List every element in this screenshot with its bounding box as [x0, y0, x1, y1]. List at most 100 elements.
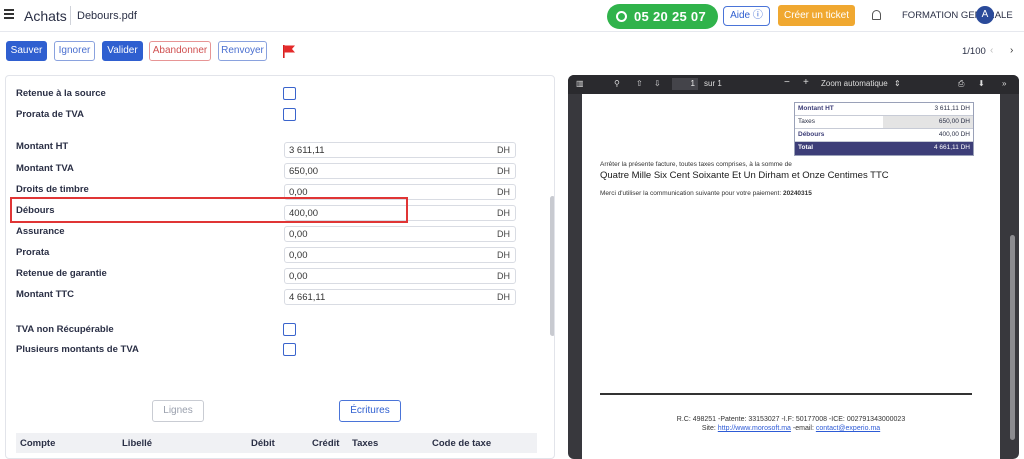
- montant-ht-label: Montant HT: [16, 141, 69, 152]
- validate-button[interactable]: Valider: [102, 41, 143, 61]
- next-page-button[interactable]: ›: [1010, 45, 1013, 56]
- more-tools-icon[interactable]: »: [1002, 79, 1006, 88]
- totals-row: Total 4 661,11 DH: [795, 142, 973, 155]
- prorata-label: Prorata: [16, 247, 50, 258]
- assurance-value: 0,00: [289, 229, 308, 240]
- montant-ht-field[interactable]: 3 611,11 DH: [284, 142, 516, 158]
- prev-page-button[interactable]: ‹: [990, 45, 993, 56]
- totals-row: Montant HT 3 611,11 DH: [795, 103, 973, 116]
- column-header: Compte: [20, 438, 56, 449]
- retenue-garantie-field[interactable]: 0,00 DH: [284, 268, 516, 284]
- download-icon[interactable]: ⬇: [978, 79, 985, 88]
- currency-unit: DH: [497, 166, 510, 176]
- tva-non-recuperable-checkbox[interactable]: [283, 323, 296, 336]
- footer-legal: R.C: 498251 -Patente: 33153027 -I.F: 501…: [676, 416, 906, 423]
- currency-unit: DH: [497, 208, 510, 218]
- top-bar: Achats Debours.pdf 05 20 25 07 07 Aide ⓘ…: [0, 0, 1024, 49]
- totals-row: Débours 400,00 DH: [795, 129, 973, 142]
- droits-timbre-label: Droits de timbre: [16, 184, 89, 195]
- tab-lignes[interactable]: Lignes: [152, 400, 204, 422]
- menu-icon[interactable]: [4, 9, 14, 19]
- retenue-garantie-value: 0,00: [289, 271, 308, 282]
- totals-table: Montant HT 3 611,11 DH Taxes 650,00 DH Déb…: [794, 102, 974, 156]
- form-panel: Retenue à la source Prorata de TVA Monta…: [5, 75, 555, 459]
- currency-unit: DH: [497, 292, 510, 302]
- flag-icon[interactable]: [282, 45, 296, 58]
- payment-reference: 20240315: [782, 190, 812, 197]
- prorata-value: 0,00: [289, 250, 308, 261]
- tab-ecritures[interactable]: Écritures: [339, 400, 401, 422]
- totals-label: Taxes: [798, 118, 815, 125]
- form-scrollbar[interactable]: [550, 196, 554, 336]
- plusieurs-tva-checkbox[interactable]: [283, 343, 296, 356]
- montant-ttc-label: Montant TTC: [16, 289, 75, 300]
- retenue-source-checkbox[interactable]: [283, 87, 296, 100]
- currency-unit: DH: [497, 229, 510, 239]
- help-button[interactable]: Aide ⓘ: [723, 6, 770, 26]
- file-name: Debours.pdf: [77, 10, 137, 22]
- resend-button[interactable]: Renvoyer: [218, 41, 267, 61]
- zoom-select[interactable]: Zoom automatique: [821, 79, 888, 88]
- page-up-icon[interactable]: ⇧: [636, 79, 643, 88]
- page-total: sur 1: [704, 79, 722, 88]
- prorata-field[interactable]: 0,00 DH: [284, 247, 516, 263]
- page-number-input[interactable]: 1: [672, 78, 698, 90]
- title-divider: [70, 6, 71, 25]
- ignore-button[interactable]: Ignorer: [54, 41, 95, 61]
- prorata-tva-checkbox[interactable]: [283, 108, 296, 121]
- totals-value: 650,00 DH: [883, 116, 973, 128]
- headset-icon: [616, 11, 627, 22]
- column-header: Crédit: [312, 438, 340, 449]
- currency-unit: DH: [497, 271, 510, 281]
- column-header: Code de taxe: [432, 438, 492, 449]
- app-title: Achats: [24, 8, 67, 24]
- payment-instruction: Merci d'utiliser la communication suivan…: [600, 190, 782, 197]
- totals-value: 4 661,11 DH: [933, 144, 970, 151]
- montant-tva-field[interactable]: 650,00 DH: [284, 163, 516, 179]
- montant-ht-value: 3 611,11: [289, 145, 325, 156]
- pdf-page: Montant HT 3 611,11 DH Taxes 650,00 DH Déb…: [582, 94, 1000, 459]
- footer-contact: Site: http://www.morosoft.ma -email: con…: [582, 425, 1000, 432]
- pdf-viewer: ▥ ⚲ ⇧ ⇩ 1 sur 1 − + Zoom automatique ⇕ ⎙…: [568, 75, 1019, 459]
- phone-button[interactable]: 05 20 25 07 07: [607, 4, 718, 49]
- assurance-field[interactable]: 0,00 DH: [284, 226, 516, 242]
- prorata-tva-label: Prorata de TVA: [16, 109, 84, 120]
- retenue-source-label: Retenue à la source: [16, 88, 106, 99]
- retenue-garantie-label: Retenue de garantie: [16, 268, 107, 279]
- zoom-in-button[interactable]: +: [803, 77, 809, 88]
- totals-row: Taxes 650,00 DH: [795, 116, 973, 129]
- create-ticket-button[interactable]: Créer un ticket: [778, 5, 855, 26]
- zoom-out-button[interactable]: −: [784, 77, 790, 88]
- currency-unit: DH: [497, 145, 510, 155]
- totals-value: 400,00 DH: [938, 131, 970, 138]
- currency-unit: DH: [497, 250, 510, 260]
- montant-ttc-field[interactable]: 4 661,11 DH: [284, 289, 516, 305]
- organization-name[interactable]: FORMATION GENERALE: [902, 10, 1013, 21]
- footer-email-link[interactable]: contact@experio.ma: [816, 425, 880, 432]
- footer-divider: [600, 393, 972, 395]
- pdf-scrollbar[interactable]: [1010, 235, 1015, 440]
- totals-label: Total: [798, 144, 814, 151]
- totals-value: 3 611,11 DH: [934, 105, 970, 112]
- column-header: Débit: [251, 438, 275, 449]
- save-button[interactable]: Sauver: [6, 41, 47, 61]
- bell-icon[interactable]: [872, 10, 881, 20]
- action-toolbar: Sauver Ignorer Valider Abandonner Renvoy…: [0, 33, 1024, 73]
- plusieurs-tva-label: Plusieurs montants de TVA: [16, 344, 139, 355]
- page-down-icon[interactable]: ⇩: [654, 79, 661, 88]
- payment-text: Merci d'utiliser la communication suivan…: [600, 190, 812, 197]
- assurance-label: Assurance: [16, 226, 65, 237]
- question-icon: ⓘ: [752, 10, 763, 21]
- footer-site-label: Site:: [701, 425, 716, 432]
- column-header: Libellé: [122, 438, 153, 449]
- abandon-button[interactable]: Abandonner: [149, 41, 211, 61]
- sidebar-toggle-icon[interactable]: ▥: [576, 79, 584, 88]
- search-icon[interactable]: ⚲: [614, 79, 620, 88]
- print-icon[interactable]: ⎙: [958, 79, 964, 89]
- help-label: Aide: [730, 10, 751, 21]
- table-header: Compte Libellé Débit Crédit Taxes Code d…: [16, 433, 537, 453]
- footer-site-link[interactable]: http://www.morosoft.ma: [718, 425, 791, 432]
- avatar[interactable]: A: [976, 6, 994, 24]
- tva-non-recuperable-label: TVA non Récupérable: [16, 324, 114, 335]
- montant-tva-label: Montant TVA: [16, 163, 74, 174]
